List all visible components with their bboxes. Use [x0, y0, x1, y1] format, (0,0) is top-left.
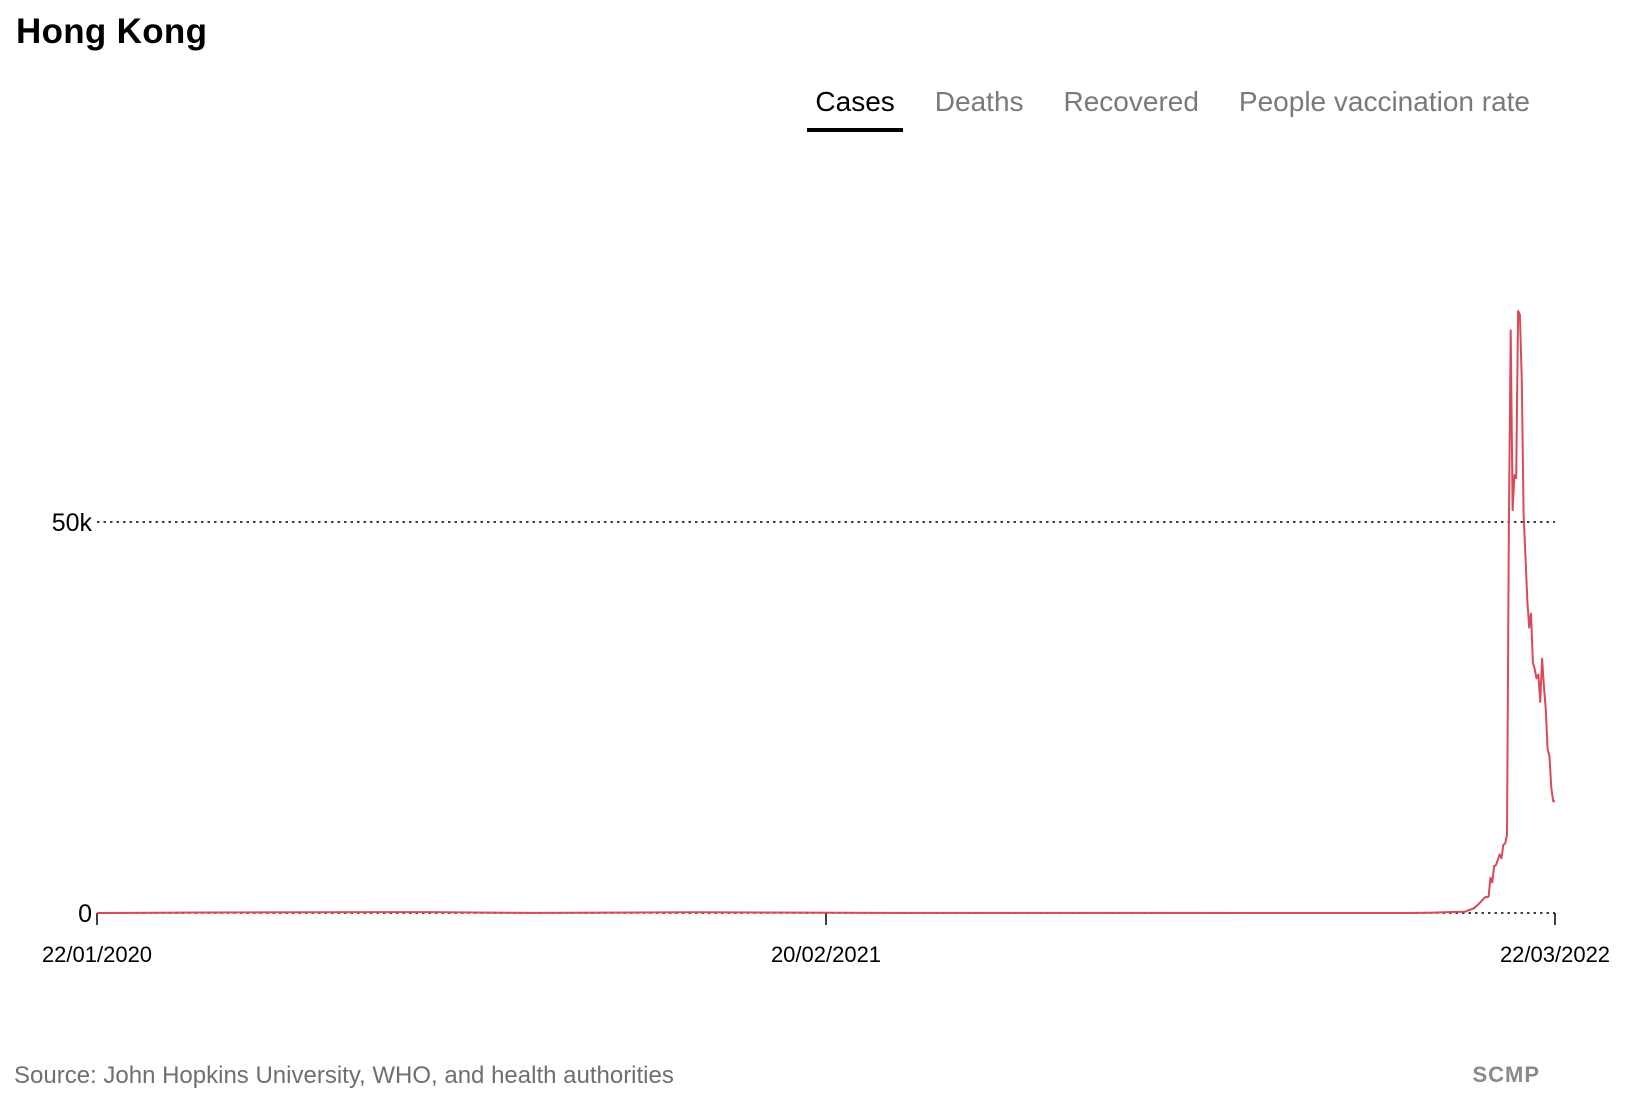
y-axis: 0 50k — [52, 509, 93, 928]
x-tick-label: 22/01/2020 — [42, 942, 152, 967]
series-line — [96, 309, 1555, 914]
x-tick-label: 20/02/2021 — [771, 942, 881, 967]
x-tick-label: 22/03/2022 — [1500, 942, 1610, 967]
y-tick-label: 50k — [52, 509, 93, 537]
source-note: Source: John Hopkins University, WHO, an… — [14, 1062, 674, 1089]
series-group — [96, 309, 1555, 914]
line-chart: 0 50k 22/01/2020 20/02/2021 22/03/2022 — [42, 309, 1610, 967]
brand-logo: SCMP — [1472, 1062, 1540, 1087]
y-tick-label: 0 — [78, 900, 92, 928]
x-axis: 22/01/2020 20/02/2021 22/03/2022 — [42, 913, 1610, 967]
grid-lines — [97, 521, 1555, 914]
